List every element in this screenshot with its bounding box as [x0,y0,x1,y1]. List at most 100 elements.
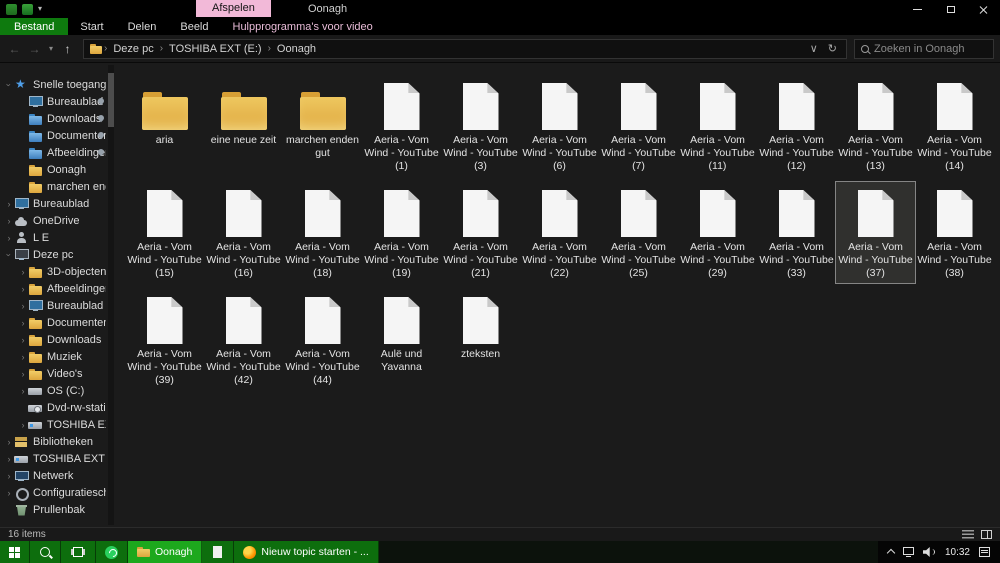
expander-chevron-icon[interactable]: › [4,437,14,447]
file-item[interactable]: Aeria - VomWind - YouTube(11) [678,75,757,176]
file-item[interactable]: Aeria - VomWind - YouTube(14) [915,75,994,176]
back-icon[interactable]: ← [6,42,23,56]
tray-chevron-up-icon[interactable] [887,549,895,557]
expander-chevron-icon[interactable]: › [4,233,14,243]
sidebar-item-oonagh[interactable]: Oonagh [0,161,115,178]
file-item[interactable]: Aulë undYavanna [362,289,441,390]
sidebar-item-muziek[interactable]: ›Muziek [0,348,115,365]
file-item[interactable]: Aeria - VomWind - YouTube(39) [125,289,204,390]
file-item[interactable]: Aeria - VomWind - YouTube(3) [441,75,520,176]
forward-icon[interactable]: → [26,42,43,56]
expander-chevron-icon[interactable]: › [18,284,28,294]
sidebar-item-downloads[interactable]: Downloads [0,110,115,127]
expander-chevron-icon[interactable]: › [4,80,14,90]
sidebar-item-netwerk[interactable]: ›Netwerk [0,467,115,484]
breadcrumb-segment[interactable]: Oonagh [272,43,321,55]
network-icon[interactable] [903,547,914,555]
sidebar-item-snelle-toegang[interactable]: ›Snelle toegang [0,76,115,93]
file-item[interactable]: Aeria - VomWind - YouTube(21) [441,182,520,283]
sidebar-item-configuratiescherm[interactable]: ›Configuratiescherm [0,484,115,501]
tab-beeld[interactable]: Beeld [168,18,220,35]
folder-item[interactable]: aria [125,75,204,176]
search-box[interactable] [854,39,994,59]
expander-chevron-icon[interactable]: › [18,369,28,379]
sidebar-item-prullenbak[interactable]: Prullenbak [0,501,115,518]
breadcrumb[interactable]: ›Deze pc›TOSHIBA EXT (E:)›Oonagh ∨ ↻ [83,39,847,59]
sidebar-item-deze-pc[interactable]: ›Deze pc [0,246,115,263]
sidebar-item-bureaublad[interactable]: ›Bureaublad [0,195,115,212]
sidebar-item-documenten[interactable]: Documenten [0,127,115,144]
file-item[interactable]: Aeria - VomWind - YouTube(29) [678,182,757,283]
volume-icon[interactable] [923,547,936,557]
expander-chevron-icon[interactable]: › [4,216,14,226]
file-item[interactable]: Aeria - VomWind - YouTube(12) [757,75,836,176]
expander-chevron-icon[interactable]: › [4,471,14,481]
expander-chevron-icon[interactable]: › [18,267,28,277]
sidebar-item-marchen-enden[interactable]: marchen enden [0,178,115,195]
file-item[interactable]: Aeria - VomWind - YouTube(7) [599,75,678,176]
folder-item[interactable]: eine neue zeit [204,75,283,176]
breadcrumb-segment[interactable]: Deze pc [108,43,158,55]
sidebar-item-os-c-[interactable]: ›OS (C:) [0,382,115,399]
expander-chevron-icon[interactable]: › [18,335,28,345]
file-item[interactable]: Aeria - VomWind - YouTube(44) [283,289,362,390]
sidebar-item-toshiba-ext-e-[interactable]: ›TOSHIBA EXT (E:) [0,416,115,433]
sidebar-item-video-s[interactable]: ›Video's [0,365,115,382]
search-input[interactable] [874,43,987,55]
sidebar-item-afbeeldingen[interactable]: ›Afbeeldingen [0,280,115,297]
file-item[interactable]: Aeria - VomWind - YouTube(19) [362,182,441,283]
close-button[interactable] [967,0,1000,18]
sidebar-item-afbeeldingen[interactable]: Afbeeldingen [0,144,115,161]
details-view-icon[interactable] [962,530,974,539]
file-item[interactable]: Aeria - VomWind - YouTube(33) [757,182,836,283]
recent-locations-caret-icon[interactable]: ▾ [46,44,56,53]
file-item[interactable]: Aeria - VomWind - YouTube(13) [836,75,915,176]
up-icon[interactable]: ↑ [59,42,76,56]
file-item[interactable]: Aeria - VomWind - YouTube(16) [204,182,283,283]
sidebar-item-toshiba-ext-e-[interactable]: ›TOSHIBA EXT (E:) [0,450,115,467]
expander-chevron-icon[interactable]: › [18,352,28,362]
sidebar-item-bibliotheken[interactable]: ›Bibliotheken [0,433,115,450]
expander-chevron-icon[interactable]: › [4,454,14,464]
address-dropdown-icon[interactable]: ∨ [810,42,818,55]
taskbar-button-start[interactable] [0,541,30,563]
expander-chevron-icon[interactable]: › [18,386,28,396]
clock[interactable]: 10:32 [945,547,970,558]
tab-hulpprogramma-s-voor-video[interactable]: Hulpprogramma's voor video [221,18,385,35]
file-item[interactable]: Aeria - VomWind - YouTube(37) [836,182,915,283]
file-item[interactable]: zteksten [441,289,520,390]
expander-chevron-icon[interactable]: › [4,250,14,260]
file-item[interactable]: Aeria - VomWind - YouTube(1) [362,75,441,176]
file-item[interactable]: Aeria - VomWind - YouTube(18) [283,182,362,283]
qat-customize-caret-icon[interactable]: ▾ [38,4,42,14]
refresh-icon[interactable]: ↻ [828,42,837,55]
sidebar-item-downloads[interactable]: ›Downloads [0,331,115,348]
file-item[interactable]: Aeria - VomWind - YouTube(38) [915,182,994,283]
sidebar-item-3d-objecten[interactable]: ›3D-objecten [0,263,115,280]
sidebar-item-l-e[interactable]: ›L E [0,229,115,246]
sidebar-item-bureaublad[interactable]: Bureaublad [0,93,115,110]
taskbar-button-notepad[interactable] [202,541,234,563]
expander-chevron-icon[interactable]: › [18,318,28,328]
sidebar-scrollbar[interactable] [108,65,114,525]
expander-chevron-icon[interactable]: › [4,199,14,209]
folder-item[interactable]: marchen endengut [283,75,362,176]
action-center-icon[interactable] [979,547,990,557]
expander-chevron-icon[interactable]: › [4,488,14,498]
expander-chevron-icon[interactable]: › [18,420,28,430]
file-item[interactable]: Aeria - VomWind - YouTube(15) [125,182,204,283]
taskbar-button-task-view[interactable] [61,541,96,563]
sidebar-item-onedrive[interactable]: ›OneDrive [0,212,115,229]
breadcrumb-segment[interactable]: TOSHIBA EXT (E:) [164,43,267,55]
sidebar-item-dvd-rw-station[interactable]: Dvd-rw-station [0,399,115,416]
file-item[interactable]: Aeria - VomWind - YouTube(25) [599,182,678,283]
taskbar-button-firefox[interactable]: Nieuw topic starten - ... [234,541,378,563]
tab-bestand[interactable]: Bestand [0,18,68,35]
sidebar-item-documenten[interactable]: ›Documenten [0,314,115,331]
file-item[interactable]: Aeria - VomWind - YouTube(22) [520,182,599,283]
expander-chevron-icon[interactable]: › [18,301,28,311]
large-icons-view-icon[interactable] [981,530,992,539]
minimize-button[interactable] [901,0,934,18]
tab-start[interactable]: Start [68,18,115,35]
file-item[interactable]: Aeria - VomWind - YouTube(42) [204,289,283,390]
